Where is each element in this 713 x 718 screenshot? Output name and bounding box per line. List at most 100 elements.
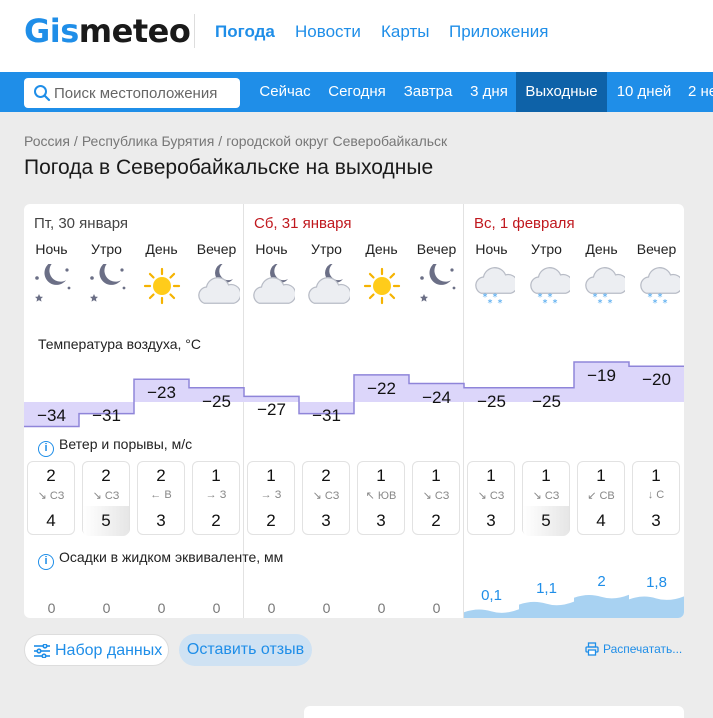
wind-speed: 1 [376,466,386,485]
temperature-value: −25 [202,391,231,411]
wind-speed: 1 [541,466,551,485]
wind-cell: 1 ↘ СЗ 2 [412,461,460,535]
page-title: Погода в Северобайкальске на выходные [24,156,434,179]
top-header: Gismeteo Погода Новости Карты Приложения [0,0,713,72]
wind-cell: 2 ↘ СЗ 5 [82,461,130,536]
tab-10-days[interactable]: 10 дней [607,72,681,112]
svg-text:*: * [607,298,612,309]
forecast-tabs-bar: Сейчас Сегодня Завтра 3 дня Выходные 10 … [0,72,713,112]
wind-speed: 1 [596,466,606,485]
tab-now[interactable]: Сейчас [250,72,320,112]
wind-speed: 1 [431,466,441,485]
svg-text:*: * [652,298,657,309]
wind-gust: 3 [651,511,661,530]
cloud-snow-icon: * * * * [629,264,684,312]
cloud-snow-icon: * * * * [574,264,629,312]
wind-direction: ↓ С [647,489,665,501]
wind-speed: 2 [46,466,56,485]
wind-cell: 1 ↙ СВ 4 [577,461,625,535]
segment-morning: Утро [91,241,122,257]
wind-gust: 2 [431,511,441,530]
wind-speed: 1 [211,466,221,485]
temperature-value: −31 [92,406,121,425]
night-stars-icon [24,264,79,312]
temperature-value: −19 [587,366,616,385]
precip-value: 0 [322,600,331,616]
segment-morning: Утро [311,241,342,257]
breadcrumb-region[interactable]: Республика Бурятия [82,133,214,149]
dataset-button[interactable]: Набор данных [24,634,169,666]
precip-bar [519,601,574,618]
svg-text:*: * [542,298,547,309]
wind-speed: 2 [321,466,331,485]
wind-cell: 1 → З 2 [247,461,295,535]
sliders-icon [34,644,50,658]
nav-weather[interactable]: Погода [215,22,275,42]
night-stars-icon [79,264,134,312]
wind-direction: ↘ СЗ [312,490,340,502]
tab-today[interactable]: Сегодня [320,72,394,112]
precip-value: 0,1 [481,587,502,605]
wind-cell: 1 ↘ СЗ 5 [522,461,570,536]
precip-bar [629,596,684,618]
night-stars-icon [409,264,464,312]
breadcrumb: Россия / Республика Бурятия / городской окру… [24,133,448,149]
wind-speed: 2 [101,466,111,485]
precip-value: 1,8 [646,574,667,592]
wind-cell: 1 ↖ ЮВ 3 [357,461,405,535]
nav-maps[interactable]: Карты [381,22,429,42]
search-input[interactable] [54,78,234,108]
wind-gust: 3 [486,511,496,530]
temperature-value: −23 [147,383,176,403]
wind-gust: 5 [101,511,111,530]
breadcrumb-district[interactable]: городской округ Северобайкальск [226,133,447,149]
nav-news[interactable]: Новости [295,22,361,42]
precip-value: 0 [102,600,111,616]
precip-value: 2 [597,572,606,590]
svg-text:*: * [662,298,667,309]
precip-value: 0 [47,600,56,616]
wind-speed: 1 [486,466,496,485]
breadcrumb-country[interactable]: Россия [24,133,70,149]
sun-icon [354,264,409,312]
segment-night: Ночь [255,241,288,257]
segment-evening: Вечер [196,241,237,257]
forecast-card: Пт, 30 января Сб, 31 января Вс, 1 феврал… [24,204,684,618]
wind-cell: 2 ← В 3 [137,461,185,535]
segment-day: День [145,241,178,257]
temperature-value: −31 [312,406,341,425]
segment-evening: Вечер [416,241,457,257]
wind-cell: 2 ↘ СЗ 3 [302,461,350,535]
next-section-card [304,706,684,718]
svg-text:*: * [552,298,557,309]
wind-gust: 4 [46,511,56,530]
wind-direction: ↘ СЗ [477,490,505,502]
search-box[interactable] [24,78,240,108]
info-icon[interactable]: i [38,441,54,457]
nav-apps[interactable]: Приложения [449,22,548,42]
day-header-sun: Вс, 1 февраля [474,215,575,232]
tab-2-weeks[interactable]: 2 не [681,72,713,112]
cloud-moon-icon [189,264,244,312]
cloud-moon-icon [244,264,299,312]
cloud-moon-icon [299,264,354,312]
wind-cell: 1 ↓ С 3 [632,461,680,535]
wind-label: i Ветер и порывы, м/с [38,436,192,457]
gismeteo-logo[interactable]: Gismeteo [24,12,191,50]
wind-gust: 3 [156,511,166,530]
svg-text:*: * [597,298,602,309]
wind-direction: ↘ СЗ [532,490,560,502]
precip-value: 0 [267,600,276,616]
tab-tomorrow[interactable]: Завтра [394,72,462,112]
temperature-label: Температура воздуха, °C [38,336,201,352]
tab-weekend[interactable]: Выходные [516,72,607,112]
wind-gust: 5 [541,511,551,530]
tab-3-days[interactable]: 3 дня [462,72,516,112]
wind-cell: 2 ↘ СЗ 4 [27,461,75,535]
wind-speed: 1 [266,466,276,485]
feedback-button[interactable]: Оставить отзыв [179,634,312,666]
wind-gust: 4 [596,511,606,530]
wind-direction: → З [260,489,282,501]
wind-gust: 2 [266,511,276,530]
print-link[interactable]: Распечатать... [585,642,682,656]
